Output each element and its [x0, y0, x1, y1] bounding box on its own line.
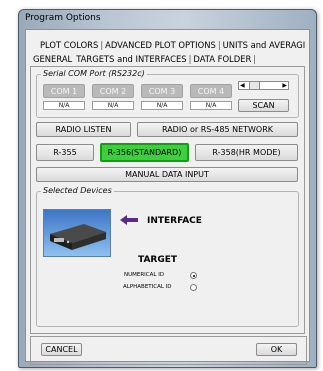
r356-standard-button[interactable]: R-356(STANDARD) [100, 143, 189, 162]
selected-devices-legend: Selected Devices [41, 186, 114, 195]
interface-device-image [43, 209, 111, 257]
scroll-thumb[interactable] [249, 82, 260, 89]
numerical-id-label: NUMERICAL ID [124, 272, 165, 278]
tab-row-top: PLOT COLORS | ADVANCED PLOT OPTIONS | UNITS … [38, 40, 307, 50]
cancel-button[interactable]: CANCEL [41, 343, 82, 356]
com3-status: N/A [141, 101, 183, 110]
interface-device-graphic [50, 224, 106, 250]
program-options-window: Program Options PLOT COLORS | ADVANCED PLO… [18, 9, 317, 368]
manual-data-input-button[interactable]: MANUAL DATA INPUT [36, 167, 298, 182]
selected-devices-group: Selected Devices INTERFACE TARGET NUMERI… [36, 186, 299, 327]
com4-status: N/A [190, 101, 232, 110]
tab-advanced-plot-options[interactable]: ADVANCED PLOT OPTIONS [103, 40, 218, 50]
radio-or-rs485-network-button[interactable]: RADIO or RS-485 NETWORK [137, 122, 298, 137]
com3-button[interactable]: COM 3 [141, 84, 183, 98]
com1-status: N/A [43, 101, 85, 110]
scan-button[interactable]: SCAN [238, 99, 289, 112]
tab-separator: | [253, 54, 257, 64]
numerical-id-radio[interactable] [190, 272, 197, 279]
tab-data-folder[interactable]: DATA FOLDER [191, 54, 253, 64]
tab-panel-targets-and-interfaces: Serial COM Port (RS232c) COM 1 COM 2 COM… [30, 66, 305, 334]
tab-general[interactable]: GENERAL [31, 54, 74, 64]
r358-hr-mode-button[interactable]: R-358(HR MODE) [195, 144, 298, 161]
alphabetical-id-label: ALPHABETICAL ID [123, 284, 172, 290]
tab-targets-and-interfaces[interactable]: TARGETS and INTERFACES [74, 54, 188, 64]
window-title: Program Options [25, 13, 101, 23]
tab-row-bottom: GENERAL TARGETS and INTERFACES | DATA FOLDE… [31, 54, 256, 64]
com2-button[interactable]: COM 2 [92, 84, 134, 98]
com-port-scrollbar[interactable]: ◀ ▶ [238, 81, 289, 90]
tab-units-and-averaging[interactable]: UNITS and AVERAGI [221, 40, 308, 50]
alphabetical-id-radio[interactable] [190, 284, 197, 291]
serial-com-legend: Serial COM Port (RS232c) [41, 69, 147, 78]
arrow-left-icon [120, 215, 138, 225]
target-label: TARGET [138, 255, 178, 265]
scroll-right-icon[interactable]: ▶ [282, 82, 287, 89]
scroll-left-icon[interactable]: ◀ [240, 82, 245, 89]
ok-button[interactable]: OK [256, 343, 297, 356]
com2-status: N/A [92, 101, 134, 110]
dialog-client-area: PLOT COLORS | ADVANCED PLOT OPTIONS | UNITS … [25, 29, 310, 365]
r355-button[interactable]: R-355 [36, 144, 94, 161]
com1-button[interactable]: COM 1 [43, 84, 85, 98]
tab-plot-colors[interactable]: PLOT COLORS [38, 40, 100, 50]
radio-listen-button[interactable]: RADIO LISTEN [36, 122, 131, 137]
com4-button[interactable]: COM 4 [190, 84, 232, 98]
interface-label: INTERFACE [147, 216, 202, 226]
